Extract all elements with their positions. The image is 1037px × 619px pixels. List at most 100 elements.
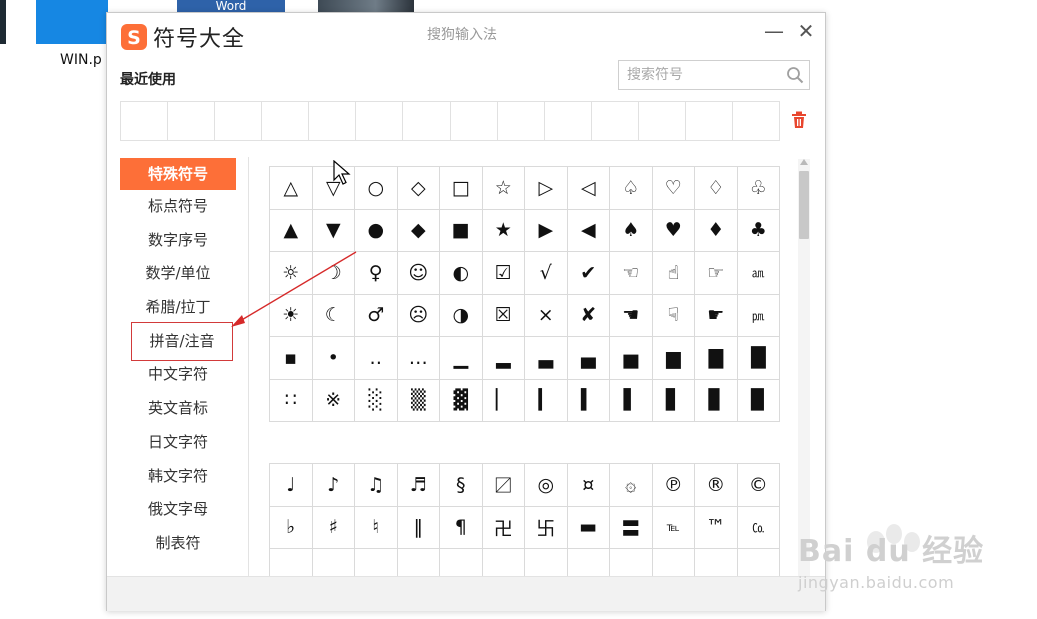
symbol-cell[interactable]: ▇ [694, 336, 738, 380]
symbol-cell[interactable]: ☆ [481, 166, 525, 210]
symbol-cell[interactable]: ¤ [566, 463, 610, 507]
close-button[interactable]: ✕ [795, 19, 817, 43]
symbol-cell[interactable]: 〓 [609, 505, 653, 549]
symbol-cell[interactable]: ㏂ [736, 251, 780, 295]
recent-symbol-cell[interactable] [451, 102, 498, 140]
recent-symbol-cell[interactable] [121, 102, 169, 140]
scroll-up-icon[interactable] [800, 159, 808, 165]
category-item[interactable]: 制表符 [120, 527, 236, 561]
symbol-cell[interactable]: ▁ [439, 336, 483, 380]
symbol-cell[interactable]: ☞ [694, 251, 738, 295]
symbol-cell[interactable]: ▬ [566, 505, 610, 549]
category-item[interactable]: 俄文字母 [120, 493, 236, 527]
symbol-cell[interactable]: ♫ [354, 463, 398, 507]
category-item[interactable]: 希腊/拉丁 [120, 291, 236, 325]
symbol-cell[interactable]: ▌ [609, 378, 653, 422]
symbol-cell[interactable]: ♯ [311, 505, 355, 549]
symbol-cell[interactable]: ▍ [566, 378, 610, 422]
symbol-cell[interactable]: ○ [354, 166, 398, 210]
recent-symbol-cell[interactable] [733, 102, 779, 140]
recent-symbol-cell[interactable] [498, 102, 545, 140]
symbol-cell[interactable]: ▓ [439, 378, 483, 422]
symbol-cell[interactable]: ♀ [354, 251, 398, 295]
symbol-cell[interactable]: ☾ [311, 293, 355, 337]
category-item[interactable]: 中文字符 [120, 358, 236, 392]
symbol-cell[interactable]: ◎ [524, 463, 568, 507]
symbol-cell[interactable]: ◆ [396, 208, 440, 252]
symbol-cell[interactable]: ☹ [396, 293, 440, 337]
symbol-cell[interactable]: ☛ [694, 293, 738, 337]
symbol-cell[interactable] [481, 548, 525, 576]
symbol-cell[interactable]: ♩ [269, 463, 313, 507]
symbol-cell[interactable]: ♡ [651, 166, 695, 210]
symbol-cell[interactable]: ▎ [524, 378, 568, 422]
symbol-cell[interactable]: ◐ [439, 251, 483, 295]
symbol-cell[interactable]: 〼 [481, 463, 525, 507]
symbol-cell[interactable]: ▋ [651, 378, 695, 422]
symbol-cell[interactable]: ℗ [651, 463, 695, 507]
symbol-cell[interactable]: ۞ [609, 463, 653, 507]
category-item[interactable]: 特殊符号 [120, 158, 236, 190]
symbol-cell[interactable]: ◇ [396, 166, 440, 210]
symbol-cell[interactable]: █ [736, 336, 780, 380]
symbol-cell[interactable]: ▪ [269, 336, 313, 380]
symbol-cell[interactable]: ♦ [694, 208, 738, 252]
symbol-cell[interactable]: ♧ [736, 166, 780, 210]
symbol-cell[interactable]: ◁ [566, 166, 610, 210]
desktop-icon-image[interactable] [318, 0, 414, 12]
symbol-cell[interactable]: ♮ [354, 505, 398, 549]
symbol-cell[interactable]: © [736, 463, 780, 507]
symbol-cell[interactable]: ® [694, 463, 738, 507]
symbol-cell[interactable]: ▲ [269, 208, 313, 252]
symbol-cell[interactable]: ‥ [354, 336, 398, 380]
minimize-button[interactable]: — [763, 19, 785, 43]
symbol-cell[interactable] [566, 548, 610, 576]
symbol-cell[interactable]: ♭ [269, 505, 313, 549]
desktop-icon-word[interactable]: Word [177, 0, 285, 12]
vertical-scrollbar[interactable] [798, 159, 810, 577]
symbol-cell[interactable]: ◑ [439, 293, 483, 337]
symbol-cell[interactable]: ♣ [736, 208, 780, 252]
search-icon[interactable] [786, 66, 804, 84]
symbol-cell[interactable]: ☽ [311, 251, 355, 295]
symbol-cell[interactable]: ¶ [439, 505, 483, 549]
symbol-cell[interactable]: ™ [694, 505, 738, 549]
symbol-cell[interactable]: ▏ [481, 378, 525, 422]
symbol-cell[interactable]: ♪ [311, 463, 355, 507]
symbol-cell[interactable]: □ [439, 166, 483, 210]
category-item[interactable]: 标点符号 [120, 190, 236, 224]
symbol-cell[interactable] [311, 548, 355, 576]
symbol-cell[interactable] [439, 548, 483, 576]
symbol-cell[interactable]: ▂ [481, 336, 525, 380]
recent-symbol-cell[interactable] [592, 102, 639, 140]
symbol-cell[interactable]: △ [269, 166, 313, 210]
category-item[interactable]: 日文字符 [120, 426, 236, 460]
symbol-cell[interactable]: ☀ [269, 293, 313, 337]
symbol-cell[interactable] [354, 548, 398, 576]
symbol-cell[interactable]: ☼ [269, 251, 313, 295]
category-item[interactable]: 拼音/注音 [131, 321, 233, 362]
symbol-cell[interactable]: ▒ [396, 378, 440, 422]
symbol-cell[interactable]: ☝ [651, 251, 695, 295]
symbol-cell[interactable]: ░ [354, 378, 398, 422]
symbol-cell[interactable]: ※ [311, 378, 355, 422]
symbol-cell[interactable]: ▶ [524, 208, 568, 252]
symbol-cell[interactable]: ♥ [651, 208, 695, 252]
category-item[interactable]: 英文音标 [120, 392, 236, 426]
recent-symbol-cell[interactable] [686, 102, 734, 140]
symbol-cell[interactable]: ♂ [354, 293, 398, 337]
symbol-cell[interactable]: ▷ [524, 166, 568, 210]
symbol-cell[interactable]: ▉ [736, 378, 780, 422]
recent-symbol-cell[interactable] [356, 102, 404, 140]
symbol-cell[interactable] [524, 548, 568, 576]
symbol-cell[interactable]: ✘ [566, 293, 610, 337]
symbol-cell[interactable]: ★ [481, 208, 525, 252]
symbol-cell[interactable]: ▄ [566, 336, 610, 380]
symbol-cell[interactable]: ◀ [566, 208, 610, 252]
symbol-cell[interactable]: ☑ [481, 251, 525, 295]
symbol-cell[interactable]: ▅ [609, 336, 653, 380]
symbol-cell[interactable]: ● [354, 208, 398, 252]
recent-symbol-cell[interactable] [215, 102, 263, 140]
symbol-cell[interactable]: ☺ [396, 251, 440, 295]
recent-symbol-cell[interactable] [168, 102, 216, 140]
